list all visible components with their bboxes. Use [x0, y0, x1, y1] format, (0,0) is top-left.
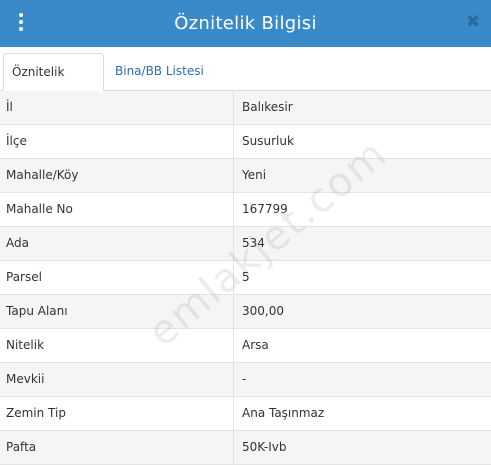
row-key: İl: [0, 91, 234, 124]
row-key: Parsel: [0, 261, 234, 294]
tab-bina-bb-listesi[interactable]: Bina/BB Listesi: [107, 53, 212, 90]
attribute-table: İl Balıkesir İlçe Susurluk Mahalle/Köy Y…: [0, 91, 491, 465]
row-key: Mevkii: [0, 363, 234, 396]
table-row: Nitelik Arsa: [0, 329, 491, 363]
table-row: Zemin Tip Ana Taşınmaz: [0, 397, 491, 431]
tab-bar: Öznitelik Bilgisi Bina/BB Listesi: [0, 47, 491, 115]
row-value: Ana Taşınmaz: [242, 406, 325, 420]
row-key: Mahalle/Köy: [0, 159, 234, 192]
row-value: 167799: [242, 202, 288, 216]
row-value: Balıkesir: [242, 100, 293, 114]
row-key: İlçe: [0, 125, 234, 158]
close-icon[interactable]: ✖: [465, 14, 481, 31]
row-value: Arsa: [242, 338, 269, 352]
row-key: Pafta: [0, 431, 234, 464]
row-key: Ada: [0, 227, 234, 260]
table-row: Mahalle No 167799: [0, 193, 491, 227]
table-row: Mevkii -: [0, 363, 491, 397]
row-key: Mahalle No: [0, 193, 234, 226]
row-value: 50K-Ivb: [242, 440, 287, 454]
table-row: Pafta 50K-Ivb: [0, 431, 491, 465]
table-row: Tapu Alanı 300,00: [0, 295, 491, 329]
row-key: Nitelik: [0, 329, 234, 362]
row-value: 534: [242, 236, 265, 250]
title-bar: Öznitelik Bilgisi ✖: [0, 0, 491, 47]
row-key: Tapu Alanı: [0, 295, 234, 328]
table-row: İlçe Susurluk: [0, 125, 491, 159]
table-row: Ada 534: [0, 227, 491, 261]
table-row: Mahalle/Köy Yeni: [0, 159, 491, 193]
tab-oznitelik-bilgisi[interactable]: Öznitelik Bilgisi: [3, 53, 104, 115]
row-value: Yeni: [242, 168, 267, 182]
table-row: Parsel 5: [0, 261, 491, 295]
row-value: 5: [242, 270, 250, 284]
row-key: Zemin Tip: [0, 397, 234, 430]
row-value: Susurluk: [242, 134, 294, 148]
row-value: -: [242, 372, 247, 386]
row-value: 300,00: [242, 304, 284, 318]
table-row: İl Balıkesir: [0, 91, 491, 125]
panel-title: Öznitelik Bilgisi: [174, 13, 317, 34]
